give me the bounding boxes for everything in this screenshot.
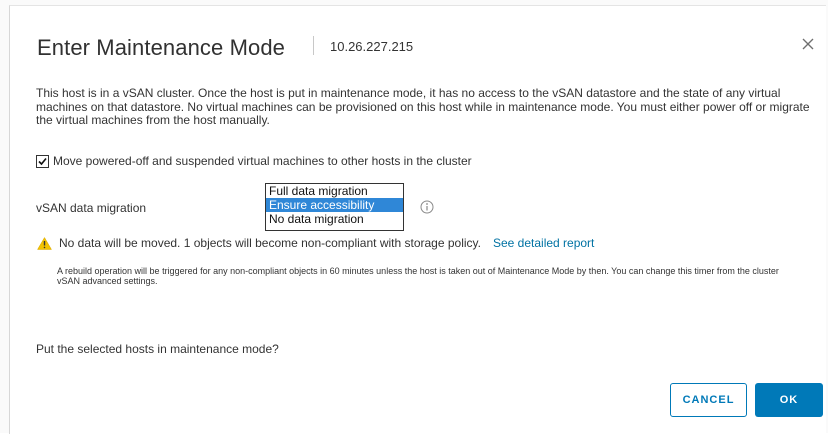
vsan-description: This host is in a vSAN cluster. Once the… xyxy=(36,86,810,127)
maintenance-mode-dialog: Enter Maintenance Mode 10.26.227.215 Thi… xyxy=(9,5,826,434)
migration-warning: No data will be moved. 1 objects will be… xyxy=(37,236,594,250)
move-vms-checkbox[interactable] xyxy=(36,154,49,168)
warning-text: No data will be moved. 1 objects will be… xyxy=(59,236,481,250)
migration-option-none[interactable]: No data migration xyxy=(266,212,403,226)
warning-icon xyxy=(37,236,52,250)
move-vms-label: Move powered-off and suspended virtual m… xyxy=(53,154,472,168)
dialog-title: Enter Maintenance Mode xyxy=(37,35,286,60)
move-vms-option[interactable]: Move powered-off and suspended virtual m… xyxy=(36,154,472,168)
migration-option-ensure-accessibility[interactable]: Ensure accessibility xyxy=(266,198,403,212)
vsan-migration-label: vSAN data migration xyxy=(36,201,147,215)
migration-option-full[interactable]: Full data migration xyxy=(266,184,403,198)
info-icon[interactable] xyxy=(420,200,434,214)
close-icon[interactable] xyxy=(799,35,817,53)
confirm-question: Put the selected hosts in maintenance mo… xyxy=(36,342,279,356)
rebuild-note: A rebuild operation will be triggered fo… xyxy=(57,266,779,286)
detailed-report-link[interactable]: See detailed report xyxy=(493,236,594,250)
title-divider xyxy=(313,36,314,55)
vsan-migration-select[interactable]: Full data migration Ensure accessibility… xyxy=(265,183,404,231)
cancel-button[interactable]: CANCEL xyxy=(670,383,747,417)
host-address: 10.26.227.215 xyxy=(330,39,414,54)
ok-button[interactable]: OK xyxy=(755,383,823,417)
